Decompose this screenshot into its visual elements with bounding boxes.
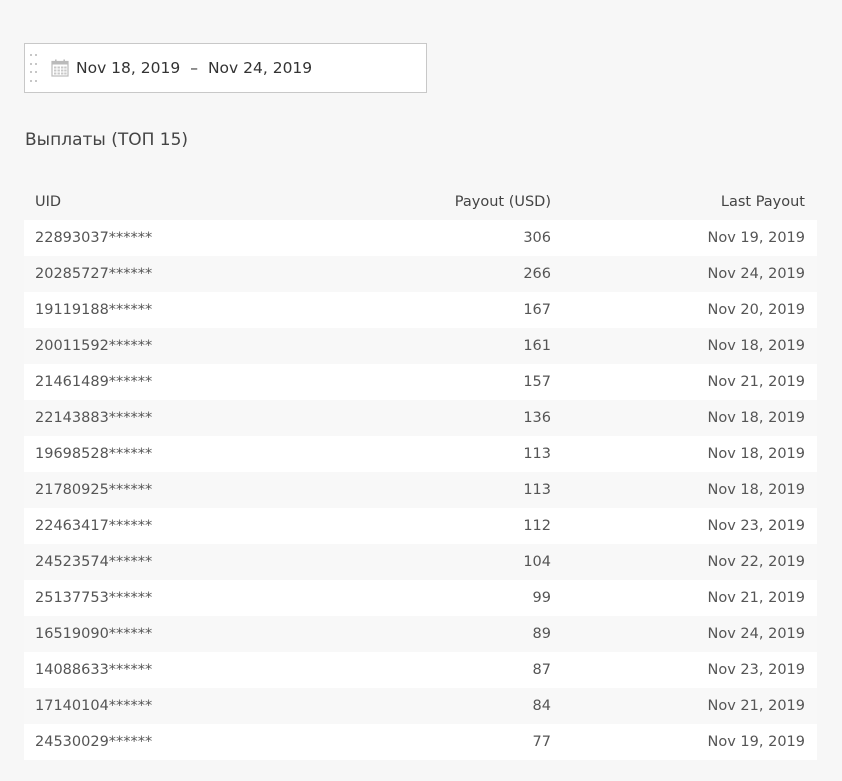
calendar-icon[interactable]	[51, 59, 69, 77]
cell-last-payout: Nov 18, 2019	[707, 482, 805, 498]
table-row: 16519090****** 89 Nov 24, 2019	[24, 616, 817, 652]
start-date[interactable]: Nov 18, 2019	[76, 59, 180, 77]
header-last-payout[interactable]: Last Payout	[551, 194, 817, 210]
cell-payout: 266	[523, 266, 551, 282]
cell-uid: 25137753******	[35, 590, 153, 606]
table-row: 21780925****** 113 Nov 18, 2019	[24, 472, 817, 508]
cell-uid: 20011592******	[35, 338, 153, 354]
table-row: 17140104****** 84 Nov 21, 2019	[24, 688, 817, 724]
cell-payout: 112	[523, 518, 551, 534]
cell-uid: 24530029******	[35, 734, 153, 750]
cell-uid: 19698528******	[35, 446, 153, 462]
cell-payout: 136	[523, 410, 551, 426]
cell-payout: 167	[523, 302, 551, 318]
cell-last-payout: Nov 18, 2019	[707, 338, 805, 354]
cell-uid: 14088633******	[35, 662, 153, 678]
header-uid[interactable]: UID	[24, 194, 324, 210]
header-payout[interactable]: Payout (USD)	[324, 194, 551, 210]
cell-last-payout: Nov 18, 2019	[707, 410, 805, 426]
table-row: 22893037****** 306 Nov 19, 2019	[24, 220, 817, 256]
cell-last-payout: Nov 24, 2019	[707, 266, 805, 282]
cell-last-payout: Nov 21, 2019	[707, 590, 805, 606]
cell-payout: 89	[532, 626, 551, 642]
cell-payout: 104	[523, 554, 551, 570]
cell-payout: 113	[523, 446, 551, 462]
table-header-row: UID Payout (USD) Last Payout	[24, 184, 817, 220]
cell-uid: 20285727******	[35, 266, 153, 282]
cell-payout: 84	[532, 698, 551, 714]
cell-payout: 161	[523, 338, 551, 354]
cell-uid: 22893037******	[35, 230, 153, 246]
table-row: 21461489****** 157 Nov 21, 2019	[24, 364, 817, 400]
cell-payout: 87	[532, 662, 551, 678]
table-row: 20011592****** 161 Nov 18, 2019	[24, 328, 817, 364]
cell-last-payout: Nov 19, 2019	[707, 230, 805, 246]
cell-payout: 157	[523, 374, 551, 390]
cell-uid: 21780925******	[35, 482, 153, 498]
cell-payout: 306	[523, 230, 551, 246]
cell-last-payout: Nov 21, 2019	[707, 374, 805, 390]
date-range-picker[interactable]: Nov 18, 2019 – Nov 24, 2019	[24, 43, 427, 93]
date-range-text[interactable]: Nov 18, 2019 – Nov 24, 2019	[76, 59, 312, 77]
table-row: 25137753****** 99 Nov 21, 2019	[24, 580, 817, 616]
cell-uid: 21461489******	[35, 374, 153, 390]
cell-last-payout: Nov 20, 2019	[707, 302, 805, 318]
cell-last-payout: Nov 23, 2019	[707, 518, 805, 534]
cell-uid: 19119188******	[35, 302, 153, 318]
table-row: 24530029****** 77 Nov 19, 2019	[24, 724, 817, 760]
cell-last-payout: Nov 23, 2019	[707, 662, 805, 678]
cell-payout: 99	[532, 590, 551, 606]
cell-uid: 17140104******	[35, 698, 153, 714]
table-row: 22143883****** 136 Nov 18, 2019	[24, 400, 817, 436]
drag-handle-icon[interactable]	[30, 54, 38, 82]
cell-last-payout: Nov 18, 2019	[707, 446, 805, 462]
cell-payout: 113	[523, 482, 551, 498]
end-date[interactable]: Nov 24, 2019	[208, 59, 312, 77]
table-row: 20285727****** 266 Nov 24, 2019	[24, 256, 817, 292]
cell-last-payout: Nov 21, 2019	[707, 698, 805, 714]
payout-table: UID Payout (USD) Last Payout 22893037***…	[24, 184, 817, 760]
cell-last-payout: Nov 24, 2019	[707, 626, 805, 642]
table-row: 19698528****** 113 Nov 18, 2019	[24, 436, 817, 472]
cell-uid: 16519090******	[35, 626, 153, 642]
table-row: 14088633****** 87 Nov 23, 2019	[24, 652, 817, 688]
section-title: Выплаты (ТОП 15)	[25, 130, 189, 150]
cell-uid: 22463417******	[35, 518, 153, 534]
date-separator: –	[190, 59, 198, 77]
table-row: 19119188****** 167 Nov 20, 2019	[24, 292, 817, 328]
cell-last-payout: Nov 22, 2019	[707, 554, 805, 570]
table-row: 24523574****** 104 Nov 22, 2019	[24, 544, 817, 580]
cell-last-payout: Nov 19, 2019	[707, 734, 805, 750]
cell-uid: 22143883******	[35, 410, 153, 426]
cell-uid: 24523574******	[35, 554, 153, 570]
table-row: 22463417****** 112 Nov 23, 2019	[24, 508, 817, 544]
cell-payout: 77	[532, 734, 551, 750]
